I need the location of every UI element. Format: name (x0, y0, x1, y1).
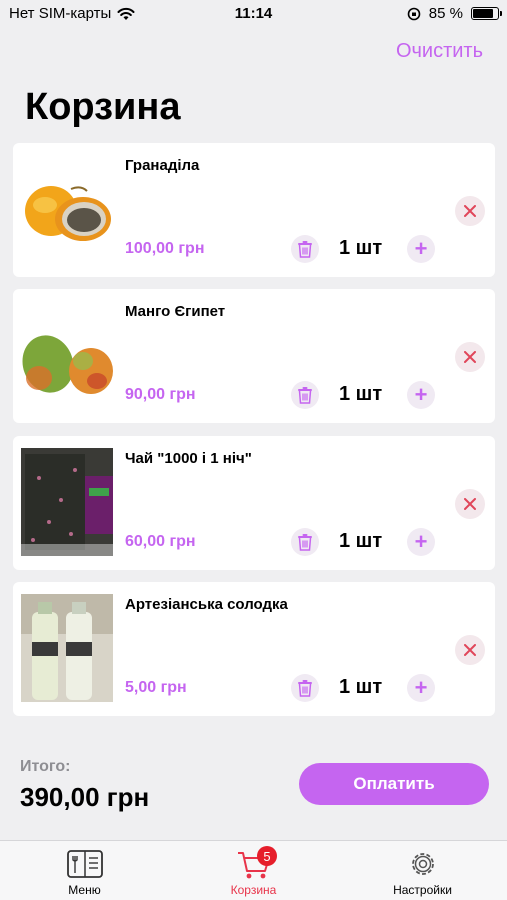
increase-button[interactable]: + (407, 381, 435, 409)
cart-item: Артезіанська солодка 5,00 грн 1 шт + (13, 582, 495, 716)
remove-item-button[interactable] (455, 489, 485, 519)
menu-book-icon (66, 850, 103, 878)
battery-level (473, 9, 494, 18)
page-title: Корзина (25, 86, 181, 128)
trash-icon (298, 534, 312, 551)
status-bar: Нет SIM-карты 11:14 85 % (0, 0, 507, 28)
close-icon (464, 351, 476, 363)
plus-icon: + (414, 675, 428, 700)
product-image-water (21, 594, 113, 702)
trash-icon (298, 387, 312, 404)
product-price: 90,00 грн (125, 386, 196, 403)
product-price: 100,00 грн (125, 240, 205, 257)
cart-item: Чай "1000 і 1 ніч" 60,00 грн 1 шт + (13, 436, 495, 570)
close-icon (464, 498, 476, 510)
clear-cart-button[interactable]: Очистить (396, 40, 483, 63)
increase-button[interactable]: + (407, 674, 435, 702)
product-name: Чай "1000 і 1 ніч" (125, 450, 252, 467)
tab-bar: Меню 5 Корзина Настройки (0, 840, 507, 900)
cart-item: Гранаділа 100,00 грн 1 шт + (13, 143, 495, 277)
product-name: Гранаділа (125, 157, 200, 174)
tab-label: Корзина (230, 883, 277, 897)
total-value: 390,00 грн (20, 782, 150, 812)
product-quantity: 1 шт (339, 383, 383, 405)
product-image-granadilla (25, 186, 111, 241)
tab-settings[interactable]: Настройки (338, 841, 507, 900)
total-label: Итого: (20, 758, 71, 775)
decrease-button[interactable] (291, 528, 319, 556)
tab-menu[interactable]: Меню (0, 841, 169, 900)
product-image-mango (22, 335, 113, 394)
increase-button[interactable]: + (407, 528, 435, 556)
close-icon (464, 644, 476, 656)
product-name: Артезіанська солодка (125, 596, 288, 613)
decrease-button[interactable] (291, 674, 319, 702)
remove-item-button[interactable] (455, 635, 485, 665)
increase-button[interactable]: + (407, 235, 435, 263)
battery-percent: 85 % (428, 5, 463, 22)
pay-button[interactable]: Оплатить (299, 763, 489, 805)
cart-count-badge: 5 (257, 846, 277, 866)
product-quantity: 1 шт (339, 530, 383, 552)
plus-icon: + (414, 236, 428, 261)
product-price: 5,00 грн (125, 679, 187, 696)
remove-item-button[interactable] (455, 196, 485, 226)
close-icon (464, 205, 476, 217)
status-right: 85 % (407, 5, 502, 22)
product-name: Манго Єгипет (125, 303, 226, 320)
orientation-lock-icon (407, 7, 421, 20)
product-price: 60,00 грн (125, 533, 196, 550)
trash-icon (298, 241, 312, 258)
tab-label: Настройки (393, 883, 452, 897)
battery-icon (471, 7, 502, 20)
tab-label: Меню (68, 883, 101, 897)
product-quantity: 1 шт (339, 676, 383, 698)
decrease-button[interactable] (291, 381, 319, 409)
remove-item-button[interactable] (455, 342, 485, 372)
tab-cart[interactable]: 5 Корзина (169, 841, 338, 900)
plus-icon: + (414, 382, 428, 407)
gear-icon (411, 853, 434, 875)
cart-item: Манго Єгипет 90,00 грн 1 шт + (13, 289, 495, 423)
plus-icon: + (414, 529, 428, 554)
product-quantity: 1 шт (339, 237, 383, 259)
decrease-button[interactable] (291, 235, 319, 263)
product-image-tea (21, 448, 113, 556)
trash-icon (298, 680, 312, 697)
